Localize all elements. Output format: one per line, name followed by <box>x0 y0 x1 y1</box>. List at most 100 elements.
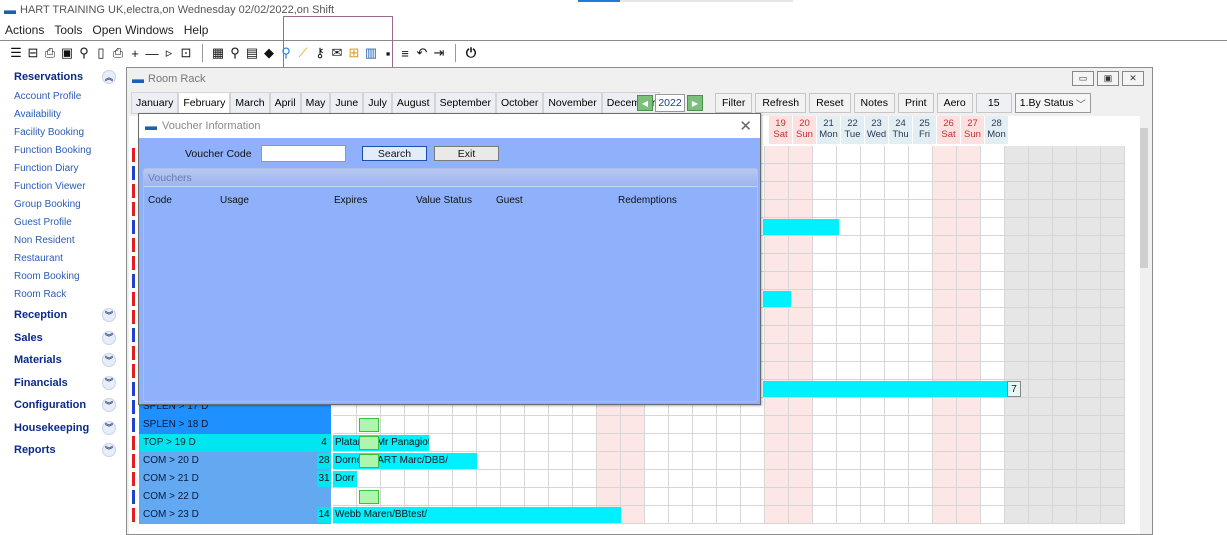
rack-cell[interactable] <box>765 362 789 380</box>
sidebar-group-reports[interactable]: Reports ︾ <box>0 439 122 462</box>
rack-cell[interactable] <box>861 470 885 488</box>
rack-cell[interactable] <box>1029 308 1053 326</box>
rack-cell[interactable] <box>885 470 909 488</box>
rack-cell[interactable] <box>837 308 861 326</box>
rack-cell[interactable] <box>933 272 957 290</box>
tab-october[interactable]: October <box>495 92 544 114</box>
rack-cell[interactable] <box>861 164 885 182</box>
sidebar-item-function-diary[interactable]: Function Diary <box>0 160 122 178</box>
rack-cell[interactable] <box>1101 398 1125 416</box>
rack-cell[interactable] <box>333 416 357 434</box>
room-label[interactable]: COM > 21 D <box>139 470 331 488</box>
print-button[interactable]: Print <box>897 93 934 113</box>
rack-cell[interactable] <box>957 398 981 416</box>
rack-cell[interactable] <box>933 254 957 272</box>
rack-cell[interactable] <box>861 416 885 434</box>
rack-cell[interactable] <box>861 362 885 380</box>
sidebar-group-sales[interactable]: Sales ︾ <box>0 327 122 350</box>
rack-cell[interactable] <box>1077 380 1101 398</box>
rack-cell[interactable] <box>1005 254 1029 272</box>
voucher-code-input[interactable] <box>261 145 346 162</box>
rack-cell[interactable] <box>909 308 933 326</box>
rack-cell[interactable] <box>741 416 765 434</box>
rack-cell[interactable] <box>981 434 1005 452</box>
expand-icon[interactable]: ︾ <box>102 308 116 322</box>
day-header[interactable]: 20 Sun <box>793 116 817 144</box>
rack-cell[interactable] <box>525 416 549 434</box>
rack-cell[interactable] <box>957 236 981 254</box>
rack-cell[interactable] <box>525 488 549 506</box>
rack-cell[interactable] <box>981 218 1005 236</box>
rack-cell[interactable] <box>789 326 813 344</box>
rack-cell[interactable] <box>957 362 981 380</box>
close-icon[interactable]: ✕ <box>1122 71 1144 86</box>
close-icon[interactable]: ✕ <box>739 117 752 135</box>
rack-cell[interactable] <box>669 452 693 470</box>
sidebar-item-guest-profile[interactable]: Guest Profile <box>0 214 122 232</box>
rack-cell[interactable] <box>981 362 1005 380</box>
rack-cell[interactable] <box>909 398 933 416</box>
rack-cell[interactable] <box>933 326 957 344</box>
new-doc-icon[interactable]: ▯ <box>93 45 109 61</box>
menu-actions[interactable]: Actions <box>5 23 44 37</box>
power-icon[interactable]: ⏻ <box>463 45 479 61</box>
rack-cell[interactable] <box>957 452 981 470</box>
tab-march[interactable]: March <box>230 92 270 114</box>
rack-cell[interactable] <box>1101 506 1125 524</box>
rack-cell[interactable] <box>981 182 1005 200</box>
day-count-field[interactable]: 15 <box>975 93 1012 113</box>
rack-cell[interactable] <box>861 182 885 200</box>
booking-bar[interactable]: Dorney HART Marc/DBB/ <box>333 453 477 469</box>
booking-bar[interactable]: Webb Maren/BBtest/ <box>333 507 621 523</box>
sidebar-item-account-profile[interactable]: Account Profile <box>0 88 122 106</box>
collapse-icon[interactable]: ︽ <box>102 70 116 84</box>
rack-cell[interactable] <box>933 416 957 434</box>
rack-cell[interactable] <box>957 326 981 344</box>
rack-cell[interactable] <box>333 488 357 506</box>
sidebar-item-group-booking[interactable]: Group Booking <box>0 196 122 214</box>
rack-cell[interactable] <box>1101 488 1125 506</box>
rack-cell[interactable] <box>861 272 885 290</box>
rack-cell[interactable] <box>765 308 789 326</box>
rack-cell[interactable] <box>981 344 1005 362</box>
tab-july[interactable]: July <box>363 92 392 114</box>
rack-cell[interactable] <box>1005 290 1029 308</box>
rack-cell[interactable] <box>645 488 669 506</box>
rack-cell[interactable] <box>501 452 525 470</box>
rack-cell[interactable] <box>381 470 405 488</box>
rack-cell[interactable] <box>813 434 837 452</box>
rack-cell[interactable] <box>429 434 453 452</box>
rack-cell[interactable] <box>813 254 837 272</box>
room-label[interactable]: SPLEN > 18 D <box>139 416 331 434</box>
rack-cell[interactable] <box>789 254 813 272</box>
rack-cell[interactable] <box>765 200 789 218</box>
rack-cell[interactable] <box>1029 488 1053 506</box>
rack-cell[interactable] <box>1053 362 1077 380</box>
rack-cell[interactable] <box>933 488 957 506</box>
room-label[interactable]: COM > 23 D <box>139 506 331 524</box>
rack-cell[interactable] <box>813 362 837 380</box>
rack-cell[interactable] <box>693 488 717 506</box>
rack-cell[interactable] <box>909 218 933 236</box>
rack-cell[interactable] <box>597 452 621 470</box>
rack-cell[interactable] <box>861 308 885 326</box>
rack-cell[interactable] <box>909 362 933 380</box>
rack-cell[interactable] <box>765 254 789 272</box>
rack-cell[interactable] <box>1101 146 1125 164</box>
rack-cell[interactable] <box>957 146 981 164</box>
rack-cell[interactable] <box>837 326 861 344</box>
rack-cell[interactable] <box>1005 506 1029 524</box>
rack-cell[interactable] <box>981 146 1005 164</box>
rack-cell[interactable] <box>813 326 837 344</box>
rack-cell[interactable] <box>837 488 861 506</box>
rack-cell[interactable] <box>1005 362 1029 380</box>
rack-cell[interactable] <box>429 416 453 434</box>
rack-cell[interactable] <box>909 434 933 452</box>
rack-cell[interactable] <box>909 146 933 164</box>
rack-cell[interactable] <box>885 200 909 218</box>
rack-cell[interactable] <box>885 182 909 200</box>
rack-cell[interactable] <box>621 434 645 452</box>
rack-cell[interactable] <box>789 182 813 200</box>
rack-cell[interactable] <box>717 488 741 506</box>
rack-cell[interactable] <box>1077 452 1101 470</box>
